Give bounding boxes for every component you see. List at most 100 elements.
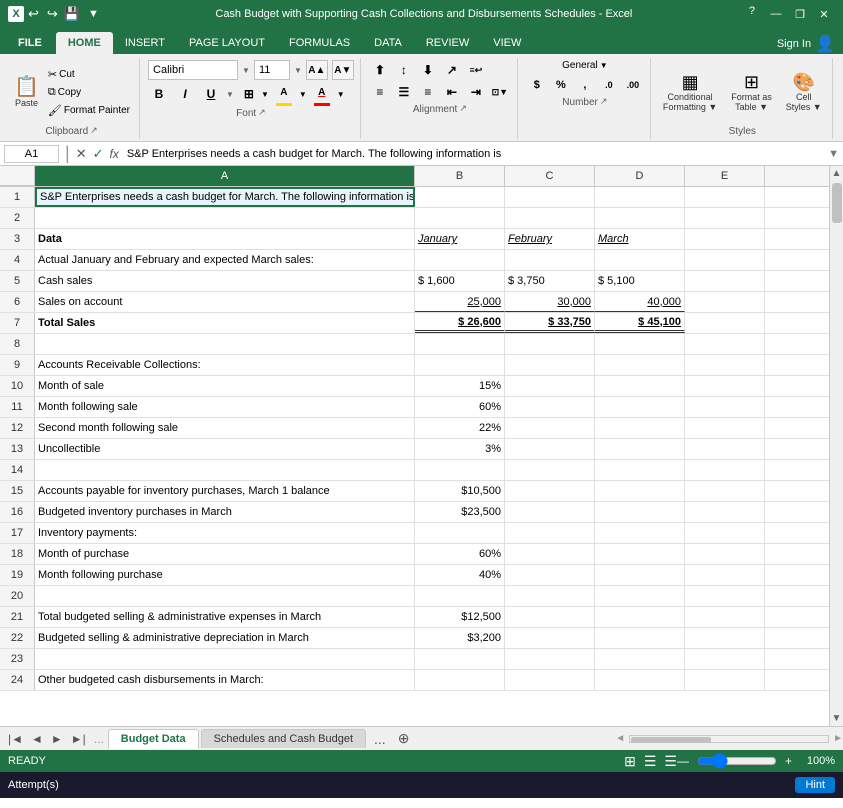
tab-view[interactable]: VIEW: [481, 32, 533, 54]
font-name-input[interactable]: [148, 60, 238, 80]
cell-6-D[interactable]: 40,000: [595, 292, 685, 312]
cell-14-B[interactable]: [415, 460, 505, 480]
minimize-button[interactable]: —: [765, 5, 787, 23]
cell-21-A[interactable]: Total budgeted selling & administrative …: [35, 607, 415, 627]
cell-18-A[interactable]: Month of purchase: [35, 544, 415, 564]
number-expand-icon[interactable]: ↗: [600, 96, 608, 107]
cell-14-C[interactable]: [505, 460, 595, 480]
cell-21-B[interactable]: $12,500: [415, 607, 505, 627]
page-layout-view-icon[interactable]: ☰: [644, 753, 657, 770]
cell-23-B[interactable]: [415, 649, 505, 669]
align-center-button[interactable]: ☰: [393, 82, 415, 102]
help-icon[interactable]: ?: [749, 5, 755, 23]
cell-3-E[interactable]: [685, 229, 765, 249]
italic-button[interactable]: I: [174, 84, 196, 104]
cell-19-B[interactable]: 40%: [415, 565, 505, 585]
cell-12-B[interactable]: 22%: [415, 418, 505, 438]
cancel-formula-icon[interactable]: ✕: [76, 146, 87, 162]
sheet-nav-first[interactable]: |◄: [4, 732, 27, 746]
zoom-level[interactable]: 100%: [800, 755, 835, 767]
font-color-button[interactable]: A: [311, 82, 333, 102]
cell-16-E[interactable]: [685, 502, 765, 522]
cell-10-E[interactable]: [685, 376, 765, 396]
cell-5-D[interactable]: $ 5,100: [595, 271, 685, 291]
cell-15-D[interactable]: [595, 481, 685, 501]
increase-decimal-button[interactable]: .00: [622, 75, 644, 95]
merge-center-button[interactable]: ⊡▼: [489, 82, 511, 102]
cell-8-A[interactable]: [35, 334, 415, 354]
close-button[interactable]: ✕: [813, 5, 835, 23]
cell-17-E[interactable]: [685, 523, 765, 543]
cell-4-A[interactable]: Actual January and February and expected…: [35, 250, 415, 270]
cell-18-E[interactable]: [685, 544, 765, 564]
font-color-dropdown[interactable]: ▼: [337, 90, 345, 99]
cell-11-A[interactable]: Month following sale: [35, 397, 415, 417]
cell-6-C[interactable]: 30,000: [505, 292, 595, 312]
cell-21-C[interactable]: [505, 607, 595, 627]
cell-15-A[interactable]: Accounts payable for inventory purchases…: [35, 481, 415, 501]
col-header-b[interactable]: B: [415, 166, 505, 186]
cell-19-C[interactable]: [505, 565, 595, 585]
scroll-down-icon[interactable]: ▼: [832, 713, 842, 724]
underline-button[interactable]: U: [200, 84, 222, 104]
increase-font-button[interactable]: A▲: [306, 60, 328, 80]
hscroll-thumb[interactable]: [631, 737, 711, 743]
redo-icon[interactable]: ↪: [47, 6, 58, 22]
font-size-dropdown[interactable]: ▼: [294, 66, 302, 75]
align-middle-button[interactable]: ↕: [393, 60, 415, 80]
cell-5-B[interactable]: $ 1,600: [415, 271, 505, 291]
col-header-c[interactable]: C: [505, 166, 595, 186]
sheet-tab-schedules[interactable]: Schedules and Cash Budget: [201, 729, 366, 748]
cell-12-C[interactable]: [505, 418, 595, 438]
increase-indent-button[interactable]: ⇥: [465, 82, 487, 102]
cell-18-D[interactable]: [595, 544, 685, 564]
align-top-button[interactable]: ⬆: [369, 60, 391, 80]
cell-19-D[interactable]: [595, 565, 685, 585]
cell-1-E[interactable]: [685, 187, 765, 207]
format-painter-button[interactable]: 🖌 Format Painter: [45, 103, 133, 118]
formula-input[interactable]: [123, 148, 824, 160]
cell-4-D[interactable]: [595, 250, 685, 270]
zoom-plus-icon[interactable]: +: [785, 754, 792, 768]
cell-6-B[interactable]: 25,000: [415, 292, 505, 312]
cell-11-E[interactable]: [685, 397, 765, 417]
decrease-font-button[interactable]: A▼: [332, 60, 354, 80]
tab-home[interactable]: HOME: [56, 32, 113, 54]
sheet-nav-prev[interactable]: ◄: [27, 732, 47, 746]
cell-24-E[interactable]: [685, 670, 765, 690]
cell-19-A[interactable]: Month following purchase: [35, 565, 415, 585]
cell-21-E[interactable]: [685, 607, 765, 627]
cell-4-B[interactable]: [415, 250, 505, 270]
cell-13-B[interactable]: 3%: [415, 439, 505, 459]
cell-15-B[interactable]: $10,500: [415, 481, 505, 501]
cell-23-E[interactable]: [685, 649, 765, 669]
alignment-expand-icon[interactable]: ↗: [459, 103, 467, 114]
cell-4-E[interactable]: [685, 250, 765, 270]
cell-4-C[interactable]: [505, 250, 595, 270]
cell-2-E[interactable]: [685, 208, 765, 228]
cell-5-E[interactable]: [685, 271, 765, 291]
cell-10-B[interactable]: 15%: [415, 376, 505, 396]
borders-button[interactable]: ⊞: [238, 84, 260, 104]
cell-reference-box[interactable]: [4, 145, 59, 163]
cell-17-C[interactable]: [505, 523, 595, 543]
scroll-thumb[interactable]: [832, 183, 842, 223]
cell-1-D[interactable]: [595, 187, 685, 207]
align-bottom-button[interactable]: ⬇: [417, 60, 439, 80]
decrease-indent-button[interactable]: ⇤: [441, 82, 463, 102]
cell-16-D[interactable]: [595, 502, 685, 522]
cell-20-E[interactable]: [685, 586, 765, 606]
cell-18-B[interactable]: 60%: [415, 544, 505, 564]
cell-16-A[interactable]: Budgeted inventory purchases in March: [35, 502, 415, 522]
cell-20-A[interactable]: [35, 586, 415, 606]
cell-9-E[interactable]: [685, 355, 765, 375]
cell-9-A[interactable]: Accounts Receivable Collections:: [35, 355, 415, 375]
add-sheet-plus-button[interactable]: ⊕: [392, 730, 416, 747]
cell-8-C[interactable]: [505, 334, 595, 354]
col-header-d[interactable]: D: [595, 166, 685, 186]
cell-20-B[interactable]: [415, 586, 505, 606]
cell-24-D[interactable]: [595, 670, 685, 690]
bold-button[interactable]: B: [148, 84, 170, 104]
cell-3-A[interactable]: Data: [35, 229, 415, 249]
hscroll-right-icon[interactable]: ►: [833, 733, 843, 744]
